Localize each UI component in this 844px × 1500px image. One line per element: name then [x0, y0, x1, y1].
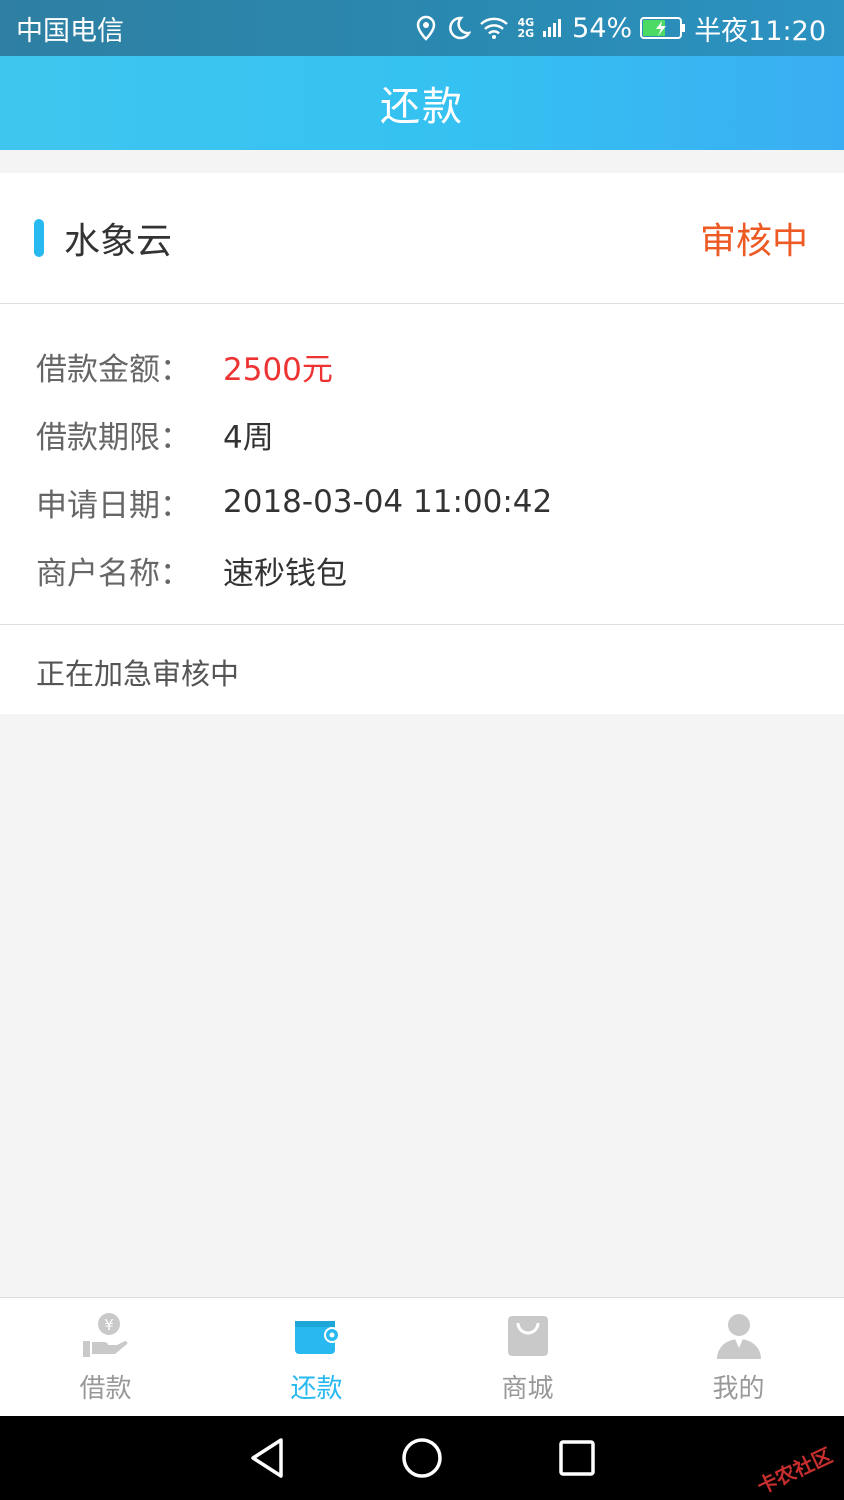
user-icon: [713, 1310, 765, 1362]
loan-card-header: 水象云 审核中: [0, 173, 844, 304]
status-icons: 4G 2G 54% 半夜11:20: [415, 9, 826, 48]
moon-icon: [445, 15, 472, 41]
wallet-icon: [291, 1310, 343, 1362]
nav-bar: 还款: [0, 56, 844, 150]
review-note: 正在加急审核中: [36, 657, 240, 691]
tab-repay[interactable]: 还款: [211, 1298, 422, 1416]
battery-charging-icon: [640, 16, 686, 40]
hand-yen-icon: ¥: [80, 1310, 132, 1362]
lender-name: 水象云: [64, 221, 173, 262]
clock-time: 半夜11:20: [694, 15, 826, 47]
tab-borrow[interactable]: ¥ 借款: [0, 1298, 211, 1416]
tab-label: 借款: [79, 1374, 132, 1404]
page-title: 还款: [380, 84, 464, 130]
detail-label: 申请日期：: [36, 487, 191, 524]
detail-value: 速秒钱包: [223, 555, 347, 592]
battery-percent: 54%: [572, 12, 633, 44]
detail-row-merchant: 商户名称： 速秒钱包: [36, 550, 347, 592]
tab-mine[interactable]: 我的: [633, 1298, 844, 1416]
loan-details: 借款金额： 2500元 借款期限： 4周 申请日期： 2018-03-04 11…: [0, 304, 844, 625]
bottom-tab-bar: ¥ 借款 还款 商城 我的: [0, 1297, 844, 1416]
location-icon: [415, 15, 437, 41]
tab-label: 还款: [290, 1374, 343, 1404]
detail-value: 4周: [223, 419, 274, 456]
tab-mall[interactable]: 商城: [422, 1298, 633, 1416]
shopping-bag-icon: [502, 1310, 554, 1362]
network-type-label: 4G 2G: [517, 16, 535, 40]
status-bar: 中国电信 4G 2G 54% 半夜11:20: [0, 0, 844, 56]
wifi-icon: [479, 16, 509, 40]
tab-label: 商城: [501, 1374, 554, 1404]
loan-status: 审核中: [699, 221, 808, 262]
accent-bar: [34, 219, 44, 257]
home-icon[interactable]: [392, 1428, 452, 1488]
watermark-logo: 卡农社区: [753, 1443, 836, 1499]
detail-row-amount: 借款金额： 2500元: [36, 346, 333, 388]
tab-label: 我的: [712, 1374, 765, 1404]
detail-label: 借款期限：: [36, 419, 191, 456]
detail-label: 商户名称：: [36, 555, 191, 592]
detail-row-term: 借款期限： 4周: [36, 414, 274, 456]
back-icon[interactable]: [237, 1428, 297, 1488]
detail-value: 2018-03-04 11:00:42: [223, 484, 553, 520]
carrier-name: 中国电信: [16, 15, 124, 47]
detail-value: 2500元: [223, 351, 333, 388]
loan-card[interactable]: 水象云 审核中 借款金额： 2500元 借款期限： 4周 申请日期： 2018-…: [0, 173, 844, 714]
signal-icon: [542, 17, 564, 39]
svg-text:¥: ¥: [104, 1316, 114, 1334]
recents-icon[interactable]: [547, 1428, 607, 1488]
system-nav-bar: 卡农社区: [0, 1416, 844, 1500]
detail-row-date: 申请日期： 2018-03-04 11:00:42: [36, 482, 553, 524]
detail-label: 借款金额：: [36, 351, 191, 388]
